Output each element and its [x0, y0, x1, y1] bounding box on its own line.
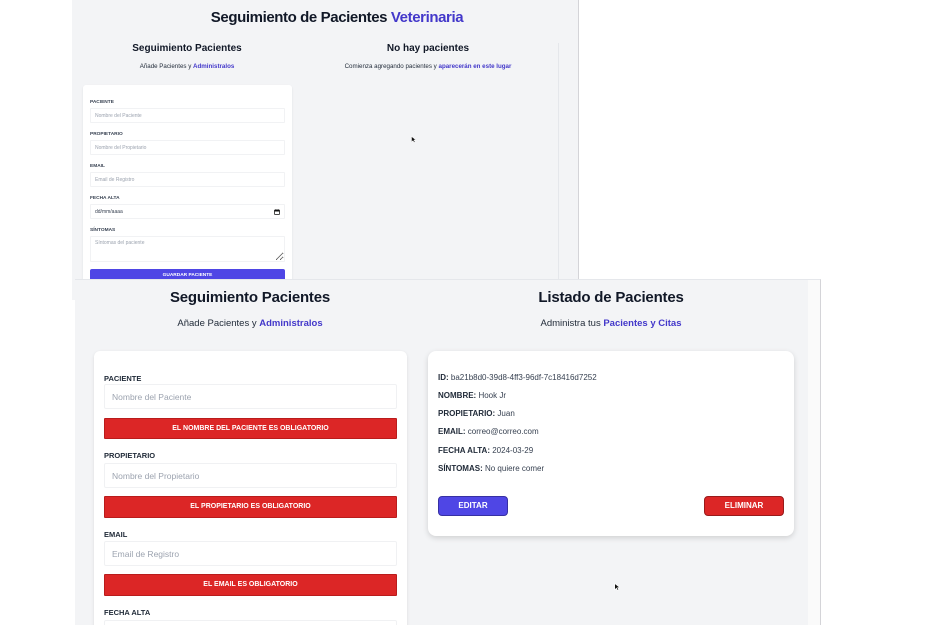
form-subtitle: Añade Pacientes y Administralos — [177, 318, 322, 330]
patient-name-error: EL NOMBRE DEL PACIENTE ES OBLIGATORIO — [104, 418, 397, 439]
patient-email-value: correo@correo.com — [467, 427, 539, 436]
form-heading: Seguimiento Pacientes — [169, 289, 331, 306]
list-heading: No hay pacientes — [386, 43, 470, 54]
mouse-cursor-icon — [614, 578, 621, 596]
patient-form: PACIENTE PROPIETARIO EMAIL FECHA ALTA dd… — [83, 85, 292, 300]
owner-input[interactable] — [104, 463, 397, 488]
patient-date-label: FECHA ALTA: — [438, 446, 490, 455]
email-input[interactable] — [104, 541, 397, 566]
date-input[interactable]: dd/mm/aaaa — [90, 204, 285, 219]
patient-name-label: PACIENTE — [90, 100, 114, 105]
patient-id-row: ID: ba21b8d0-39d8-4ff3-96df-7c18416d7252 — [438, 372, 597, 384]
list-subtitle-text: Comienza agregando pacientes y — [344, 63, 437, 70]
patient-owner-row: PROPIETARIO: Juan — [438, 408, 515, 420]
owner-label: PROPIETARIO — [104, 451, 156, 460]
patient-name-label: NOMBRE: — [438, 391, 477, 400]
patient-id-value: ba21b8d0-39d8-4ff3-96df-7c18416d7252 — [450, 373, 597, 382]
email-label: EMAIL — [104, 530, 128, 539]
form-subtitle: Añade Pacientes y Administralos — [140, 63, 235, 71]
list-subtitle: Comienza agregando pacientes y aparecerá… — [345, 63, 512, 71]
edit-button[interactable]: EDITAR — [438, 496, 508, 516]
symptoms-label: SÍNTOMAS — [90, 228, 116, 233]
patient-email-row: EMAIL: correo@correo.com — [438, 426, 539, 438]
email-input[interactable] — [90, 172, 285, 187]
form-heading: Seguimiento Pacientes — [132, 43, 242, 54]
email-label: EMAIL — [90, 164, 105, 169]
page-title: Seguimiento de Pacientes Veterinaria — [210, 8, 464, 28]
calendar-icon[interactable] — [274, 208, 280, 215]
date-label: FECHA ALTA — [90, 196, 120, 201]
form-subtitle-accent: Administralos — [259, 318, 323, 329]
patient-name-label: PACIENTE — [104, 374, 142, 383]
list-subtitle: Administra tus Pacientes y Citas — [541, 318, 682, 330]
scrollbar-track[interactable] — [808, 280, 820, 625]
patient-id-label: ID: — [438, 373, 449, 382]
patient-date-row: FECHA ALTA: 2024-03-29 — [438, 445, 533, 457]
patient-email-label: EMAIL: — [438, 427, 466, 436]
page-title-text: Seguimiento de Pacientes — [210, 9, 388, 26]
patient-date-value: 2024-03-29 — [492, 446, 534, 455]
bottom-screen: Seguimiento Pacientes Añade Pacientes y … — [75, 279, 821, 625]
form-subtitle-accent: Administralos — [193, 63, 235, 70]
patient-form: PACIENTE EL NOMBRE DEL PACIENTE ES OBLIG… — [94, 351, 407, 625]
owner-label: PROPIETARIO — [90, 132, 123, 137]
mouse-cursor-icon — [411, 130, 417, 148]
list-subtitle-accent: Pacientes y Citas — [603, 318, 682, 329]
list-subtitle-text: Administra tus — [540, 318, 601, 329]
patient-owner-value: Juan — [497, 409, 515, 418]
date-label: FECHA ALTA — [104, 608, 151, 617]
owner-error: EL PROPIETARIO ES OBLIGATORIO — [104, 496, 397, 518]
symptoms-textarea[interactable] — [90, 236, 285, 262]
email-error: EL EMAIL ES OBLIGATORIO — [104, 574, 397, 596]
delete-button[interactable]: ELIMINAR — [704, 496, 784, 516]
patient-name-input[interactable] — [90, 108, 285, 123]
list-scroll-edge — [558, 43, 559, 283]
patient-symptoms-value: No quiere comer — [484, 464, 545, 473]
list-subtitle-accent: aparecerán en este lugar — [438, 63, 512, 70]
date-input-value: dd/mm/aaaa — [95, 208, 123, 215]
list-heading: Listado de Pacientes — [538, 289, 684, 306]
patient-name-row: NOMBRE: Hook Jr — [438, 390, 506, 402]
owner-input[interactable] — [90, 140, 285, 155]
patient-symptoms-label: SÍNTOMAS: — [438, 464, 483, 473]
patient-name-value: Hook Jr — [478, 391, 507, 400]
patient-owner-label: PROPIETARIO: — [438, 409, 496, 418]
form-subtitle-text: Añade Pacientes y — [139, 63, 192, 70]
patient-symptoms-row: SÍNTOMAS: No quiere comer — [438, 463, 544, 475]
page-title-accent: Veterinaria — [390, 9, 464, 26]
form-subtitle-text: Añade Pacientes y — [177, 318, 257, 329]
patient-card: ID: ba21b8d0-39d8-4ff3-96df-7c18416d7252… — [428, 351, 794, 536]
patient-name-input[interactable] — [104, 384, 397, 409]
top-screen: Seguimiento de Pacientes Veterinaria Seg… — [72, 0, 579, 300]
date-input[interactable] — [104, 620, 397, 625]
